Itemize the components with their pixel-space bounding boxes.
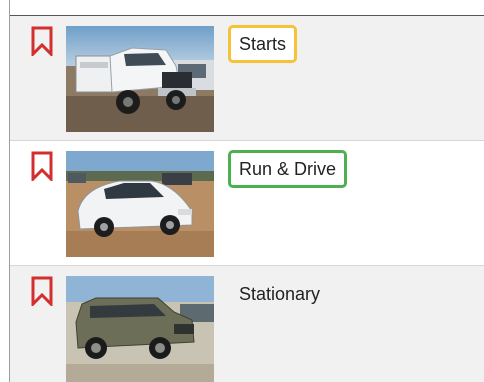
status-badge: Run & Drive <box>228 150 348 188</box>
vehicle-list: Starts Run & Drive Stationary <box>10 16 484 382</box>
bookmark-icon[interactable] <box>29 276 55 308</box>
vehicle-list-panel: Starts Run & Drive Stationary <box>0 0 484 382</box>
status-label: Stationary <box>239 284 321 304</box>
list-item[interactable]: Starts <box>10 16 484 141</box>
bookmark-icon[interactable] <box>29 151 55 183</box>
list-item[interactable]: Run & Drive <box>10 141 484 266</box>
list-item[interactable]: Stationary <box>10 266 484 382</box>
panel-left-edge <box>0 0 10 382</box>
vehicle-thumbnail[interactable] <box>66 276 214 382</box>
panel-top-edge <box>10 0 484 16</box>
vehicle-thumbnail[interactable] <box>66 26 214 132</box>
bookmark-icon[interactable] <box>29 26 55 58</box>
status-badge: Starts <box>228 25 298 63</box>
vehicle-thumbnail[interactable] <box>66 151 214 257</box>
